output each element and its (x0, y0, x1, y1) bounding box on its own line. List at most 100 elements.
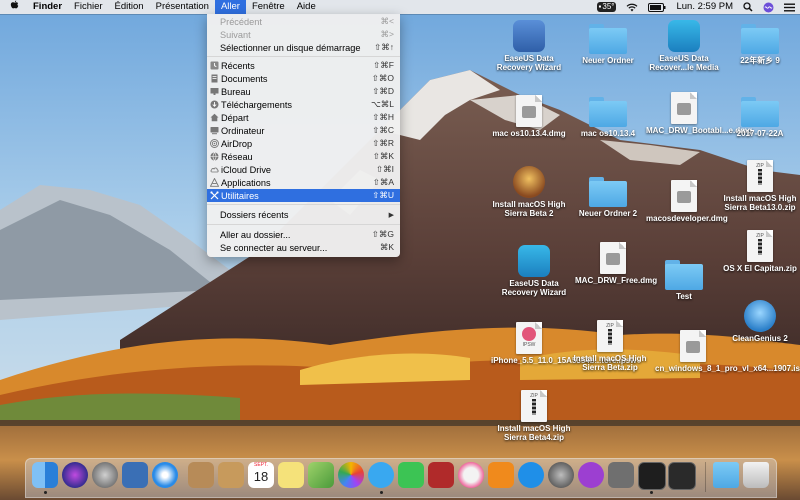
desktop-icon-mac-drw-bootable[interactable]: MAC_DRW_Bootabl...e.dmg (646, 92, 752, 135)
menu-presentation[interactable]: Présentation (150, 0, 215, 14)
menu-item-depart[interactable]: Départ ⇧⌘H (207, 111, 400, 124)
temperature-status[interactable]: ▪ 35° (592, 0, 622, 14)
desktop-icon-neuer-ordner-2[interactable]: Neuer Ordner 2 (570, 177, 646, 218)
menubar-clock[interactable]: Lun. 2:59 PM (671, 0, 738, 14)
menu-item-applications[interactable]: Applications ⇧⌘A (207, 176, 400, 189)
battery-icon[interactable] (643, 0, 671, 14)
photobooth-icon[interactable] (428, 462, 454, 488)
menu-aide[interactable]: Aide (291, 0, 322, 14)
desktop-icon-windows-iso[interactable]: cn_windows_8_1_pro_vl_x64...1907.iso (655, 330, 800, 373)
menu-item-bureau[interactable]: Bureau ⇧⌘D (207, 85, 400, 98)
utilities-icon (210, 191, 219, 200)
network-icon (210, 152, 219, 161)
battery-glyph (648, 2, 666, 12)
safari-icon[interactable] (152, 462, 178, 488)
menu-item-airdrop[interactable]: AirDrop ⇧⌘R (207, 137, 400, 150)
siri-icon[interactable] (62, 462, 88, 488)
desktop-icon-2017-folder[interactable]: 2017-07-22A (722, 97, 798, 138)
desktop-icon-macosdeveloper[interactable]: macosdeveloper.dmg (646, 180, 728, 223)
calendar-icon[interactable]: SEPT. 18 (248, 462, 274, 488)
desktop-icon-easeus-drw-1[interactable]: EaseUS Data Recovery Wizard (491, 20, 567, 72)
desktop-icon-cleangenius[interactable]: CleanGenius 2 (722, 300, 798, 343)
folder-icon (741, 24, 779, 54)
contacts-icon[interactable] (218, 462, 244, 488)
desktop-icon-high-sierra-beta13-zip[interactable]: ZIP Install macOS High Sierra Beta13.0.z… (722, 160, 798, 212)
menu-separator (207, 56, 400, 57)
desktop-icon-high-sierra-beta-zip[interactable]: ZIP Install macOS High Sierra Beta.zip (572, 320, 648, 372)
desktop-icon-iphone-ipsw[interactable]: IPSW iPhone_5.5_11.0_15A5354b...tore.ips… (491, 322, 636, 365)
desktop-icon-easeus-drw-2[interactable]: EaseUS Data Recovery Wizard (496, 245, 572, 297)
desktop-icon-mac-os-dmg[interactable]: mac os10.13.4.dmg (491, 95, 567, 138)
desktop-icon-el-capitan-zip[interactable]: ZIP OS X El Capitan.zip (722, 230, 798, 273)
notes-icon[interactable] (188, 462, 214, 488)
folder-icon (589, 177, 627, 207)
photo-icon[interactable] (122, 462, 148, 488)
documents-icon (211, 74, 218, 83)
menu-fenetre[interactable]: Fenêtre (246, 0, 291, 14)
menu-aller[interactable]: Aller (214, 0, 246, 14)
appstore-icon[interactable] (518, 462, 544, 488)
apple-logo-icon[interactable] (0, 0, 27, 14)
desktop-icon-easeus-bootable[interactable]: EaseUS Data Recover...le Media (646, 20, 722, 72)
wifi-glyph (627, 3, 638, 11)
messages-icon[interactable] (368, 462, 394, 488)
menu-item-recents[interactable]: Récents ⇧⌘F (207, 59, 400, 72)
stickies-icon[interactable] (278, 462, 304, 488)
running-indicator (380, 491, 383, 494)
folder-icon (589, 24, 627, 54)
zip-file-icon: ZIP (521, 390, 547, 422)
dock-separator (705, 462, 706, 492)
cpu-chip-icon: ▪ (598, 2, 602, 11)
wifi-icon[interactable] (621, 0, 643, 14)
menu-item-connect-server[interactable]: Se connecter au serveur... ⌘K (207, 241, 400, 254)
temperature-value: 35° (602, 2, 615, 11)
desktop-icon (210, 88, 219, 95)
zip-file-icon: ZIP (747, 160, 773, 192)
trash-icon[interactable] (743, 462, 769, 488)
downloads-stack-icon[interactable] (713, 462, 739, 488)
menu-item-dossiers-recents[interactable]: Dossiers récents ▶ (207, 208, 400, 221)
dvd-icon[interactable] (578, 462, 604, 488)
desktop-icon-neuer-ordner[interactable]: Neuer Ordner (570, 24, 646, 65)
menu-item-suivant[interactable]: Suivant ⌘> (207, 28, 400, 41)
menu-bar: Finder Fichier Édition Présentation Alle… (0, 0, 800, 14)
menu-edition[interactable]: Édition (109, 0, 150, 14)
ibooks-icon[interactable] (488, 462, 514, 488)
go-menu-dropdown: Précédent ⌘< Suivant ⌘> Sélectionner un di… (207, 14, 400, 257)
terminal-icon[interactable] (638, 462, 666, 490)
desktop-icon-test-folder[interactable]: Test (646, 260, 722, 301)
mountain-landscape (0, 0, 800, 500)
menu-item-ordinateur[interactable]: Ordinateur ⇧⌘C (207, 124, 400, 137)
menu-item-select-startup-disk[interactable]: Sélectionner un disque démarrage ⇧⌘↑ (207, 41, 400, 54)
menu-item-precedent[interactable]: Précédent ⌘< (207, 15, 400, 28)
preview-icon[interactable] (608, 462, 634, 488)
menu-item-utilitaires[interactable]: Utilitaires ⇧⌘U (207, 189, 400, 202)
desktop-icon-mac-os-folder[interactable]: mac os10.13.4 (570, 97, 646, 138)
sysprefs-icon[interactable] (548, 462, 574, 488)
folder-icon (665, 260, 703, 290)
notification-center-icon[interactable] (779, 0, 800, 14)
zip-file-icon: ZIP (747, 230, 773, 262)
menu-item-documents[interactable]: Documents ⇧⌘O (207, 72, 400, 85)
menu-item-icloud-drive[interactable]: iCloud Drive ⇧⌘I (207, 163, 400, 176)
photos-icon[interactable] (338, 462, 364, 488)
menu-separator (207, 204, 400, 205)
itunes-icon[interactable] (458, 462, 484, 488)
activity-icon[interactable] (668, 462, 696, 490)
menu-fichier[interactable]: Fichier (68, 0, 109, 14)
icloud-icon (210, 167, 219, 173)
menu-finder[interactable]: Finder (27, 0, 68, 14)
menu-item-reseau[interactable]: Réseau ⇧⌘K (207, 150, 400, 163)
maps-icon[interactable] (308, 462, 334, 488)
desktop-icon-folder-cn[interactable]: 22年新乡 9 (722, 24, 798, 65)
spotlight-search-icon[interactable] (738, 0, 758, 14)
siri-menubar-icon[interactable] (758, 0, 779, 14)
desktop-icon-install-high-sierra-beta2[interactable]: Install macOS High Sierra Beta 2 (491, 166, 567, 218)
finder-icon[interactable] (32, 462, 58, 488)
menu-item-aller-au-dossier[interactable]: Aller au dossier... ⇧⌘G (207, 228, 400, 241)
desktop-icon-mac-drw-free[interactable]: MAC_DRW_Free.dmg (575, 242, 657, 285)
facetime-icon[interactable] (398, 462, 424, 488)
launchpad-icon[interactable] (92, 462, 118, 488)
menu-item-telechargements[interactable]: Téléchargements ⌥⌘L (207, 98, 400, 111)
desktop-icon-high-sierra-beta4-zip[interactable]: ZIP Install macOS High Sierra Beta4.zip (496, 390, 572, 442)
